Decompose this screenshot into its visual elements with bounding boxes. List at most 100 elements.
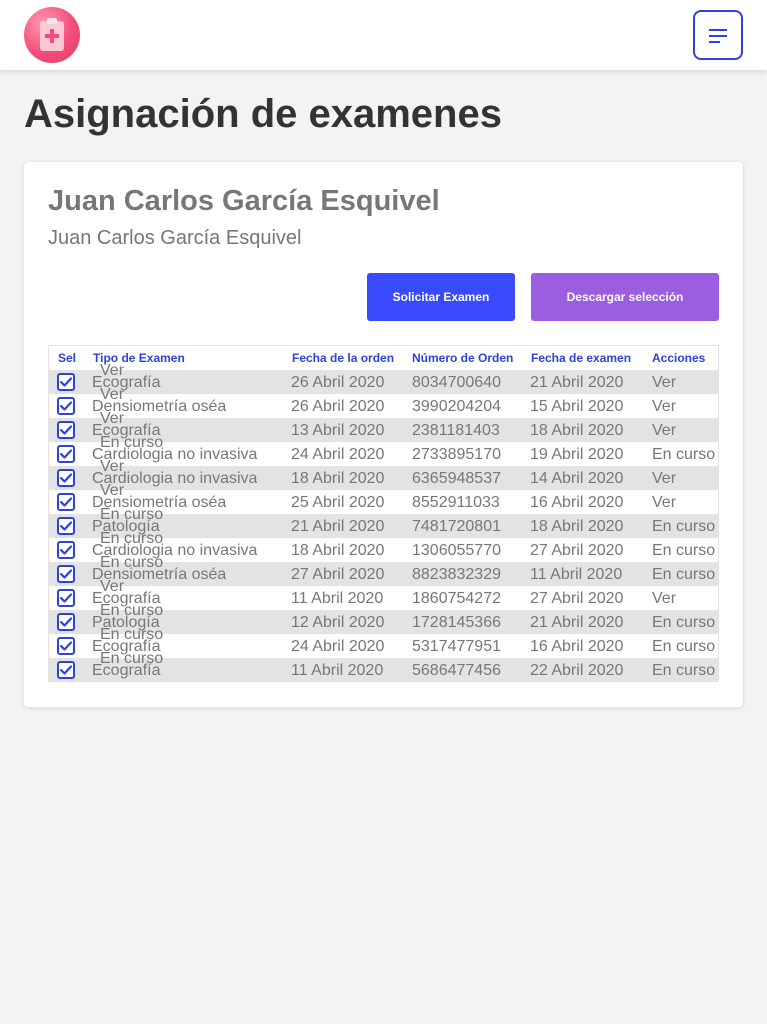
cell-order-date: 12 Abril 2020 (291, 614, 385, 631)
row-select-checkbox[interactable] (57, 397, 75, 415)
checkmark-icon (60, 473, 72, 483)
request-exam-button[interactable]: Solicitar Examen (367, 273, 515, 321)
checkmark-icon (60, 617, 72, 627)
cell-order-number: 2381181403 (412, 422, 500, 439)
row-select-checkbox[interactable] (57, 421, 75, 439)
cell-action[interactable]: En curso (652, 518, 715, 536)
table-row: Ecografía Ver 26 Abril 2020 8034700640 21 Ab… (49, 362, 718, 394)
checkmark-icon (60, 545, 72, 555)
checkmark-icon (60, 497, 72, 507)
row-select-checkbox[interactable] (57, 445, 75, 463)
row-select-checkbox[interactable] (57, 517, 75, 535)
cell-action[interactable]: En curso (652, 566, 715, 584)
cell-action-overlay: Ver (100, 362, 125, 379)
cell-order-date: 26 Abril 2020 (291, 398, 385, 415)
cell-exam-date: 21 Abril 2020 (530, 614, 624, 631)
cell-action-overlay: En curso (100, 506, 164, 523)
cell-order-number: 1306055770 (412, 542, 501, 559)
checkmark-icon (60, 665, 72, 675)
row-select-checkbox[interactable] (57, 661, 75, 679)
cell-order-number: 5317477951 (412, 638, 501, 655)
cell-action-overlay: Ver (100, 578, 125, 595)
cell-action[interactable]: En curso (652, 542, 715, 560)
patient-name: Juan Carlos García Esquivel (48, 185, 440, 217)
cell-action[interactable]: Ver (652, 422, 676, 440)
cell-exam-date: 15 Abril 2020 (530, 398, 624, 415)
row-select-checkbox[interactable] (57, 613, 75, 631)
exams-table: Sel Tipo de Examen Fecha de la orden Núm… (48, 345, 719, 682)
table-row: Ecografía En curso 11 Abril 2020 5686477456… (49, 650, 718, 682)
download-selection-button[interactable]: Descargar selección (531, 273, 719, 321)
cell-action[interactable]: En curso (652, 614, 715, 632)
cell-order-date: 18 Abril 2020 (291, 542, 385, 559)
cell-order-number: 5686477456 (412, 662, 501, 679)
cell-exam-date: 16 Abril 2020 (530, 638, 624, 655)
cell-action[interactable]: Ver (652, 374, 676, 392)
app-logo[interactable] (24, 7, 80, 63)
row-select-checkbox[interactable] (57, 589, 75, 607)
cell-action-overlay: En curso (100, 530, 164, 547)
menu-button[interactable] (693, 10, 743, 60)
header-exam-date[interactable]: Fecha de examen (531, 351, 631, 365)
cell-exam-date: 21 Abril 2020 (530, 374, 624, 391)
cell-action-overlay: En curso (100, 554, 164, 571)
cell-order-number: 8552911033 (412, 494, 500, 511)
menu-icon (709, 29, 727, 43)
cell-exam-date: 14 Abril 2020 (530, 470, 624, 487)
table-row: Cardiologia no invasiva En curso 24 Abril … (49, 434, 718, 466)
cell-exam-date: 22 Abril 2020 (530, 662, 624, 679)
cell-action[interactable]: En curso (652, 638, 715, 656)
cell-order-number: 3990204204 (412, 398, 501, 415)
row-select-checkbox[interactable] (57, 493, 75, 511)
cell-order-date: 21 Abril 2020 (291, 518, 385, 535)
cell-action[interactable]: Ver (652, 398, 676, 416)
row-select-checkbox[interactable] (57, 373, 75, 391)
page-title: Asignación de examenes (24, 92, 502, 136)
cell-order-number: 8034700640 (412, 374, 501, 391)
cell-action[interactable]: Ver (652, 470, 676, 488)
cell-exam-date: 18 Abril 2020 (530, 518, 624, 535)
checkmark-icon (60, 641, 72, 651)
cell-order-number: 7481720801 (412, 518, 501, 535)
cell-order-date: 24 Abril 2020 (291, 446, 385, 463)
cell-order-date: 11 Abril 2020 (291, 662, 384, 679)
cell-action-overlay: En curso (100, 434, 164, 451)
cell-order-date: 27 Abril 2020 (291, 566, 385, 583)
cell-order-number: 1860754272 (412, 590, 501, 607)
top-bar (0, 0, 767, 70)
checkmark-icon (60, 377, 72, 387)
checkmark-icon (60, 593, 72, 603)
row-select-checkbox[interactable] (57, 469, 75, 487)
cell-order-date: 18 Abril 2020 (291, 470, 385, 487)
cell-order-date: 25 Abril 2020 (291, 494, 385, 511)
header-order-number[interactable]: Número de Orden (412, 351, 513, 365)
row-select-checkbox[interactable] (57, 637, 75, 655)
patient-card: Juan Carlos García Esquivel Juan Carlos … (24, 162, 743, 707)
cell-order-date: 24 Abril 2020 (291, 638, 385, 655)
cell-action[interactable]: En curso (652, 446, 715, 464)
cell-order-number: 6365948537 (412, 470, 501, 487)
cell-action-overlay: Ver (100, 458, 125, 475)
header-sel[interactable]: Sel (58, 351, 76, 365)
checkmark-icon (60, 569, 72, 579)
patient-subtitle: Juan Carlos García Esquivel (48, 227, 302, 249)
clipboard-medical-icon (40, 18, 64, 51)
cell-exam-date: 16 Abril 2020 (530, 494, 624, 511)
row-select-checkbox[interactable] (57, 565, 75, 583)
header-actions[interactable]: Acciones (652, 351, 705, 365)
cell-action[interactable]: En curso (652, 662, 715, 680)
cell-order-date: 11 Abril 2020 (291, 590, 384, 607)
checkmark-icon (60, 449, 72, 459)
table-row: Densiometría oséa En curso 27 Abril 2020 88… (49, 554, 718, 586)
cell-action-overlay: Ver (100, 410, 125, 427)
cell-order-number: 2733895170 (412, 446, 501, 463)
cell-exam-date: 19 Abril 2020 (530, 446, 624, 463)
row-select-checkbox[interactable] (57, 541, 75, 559)
header-order-date[interactable]: Fecha de la orden (292, 351, 394, 365)
cell-order-number: 8823832329 (412, 566, 501, 583)
cell-action[interactable]: Ver (652, 494, 676, 512)
cell-action-overlay: En curso (100, 602, 164, 619)
cell-action[interactable]: Ver (652, 590, 676, 608)
checkmark-icon (60, 401, 72, 411)
table-body: Ecografía Ver 26 Abril 2020 8034700640 21 Ab… (49, 362, 718, 682)
